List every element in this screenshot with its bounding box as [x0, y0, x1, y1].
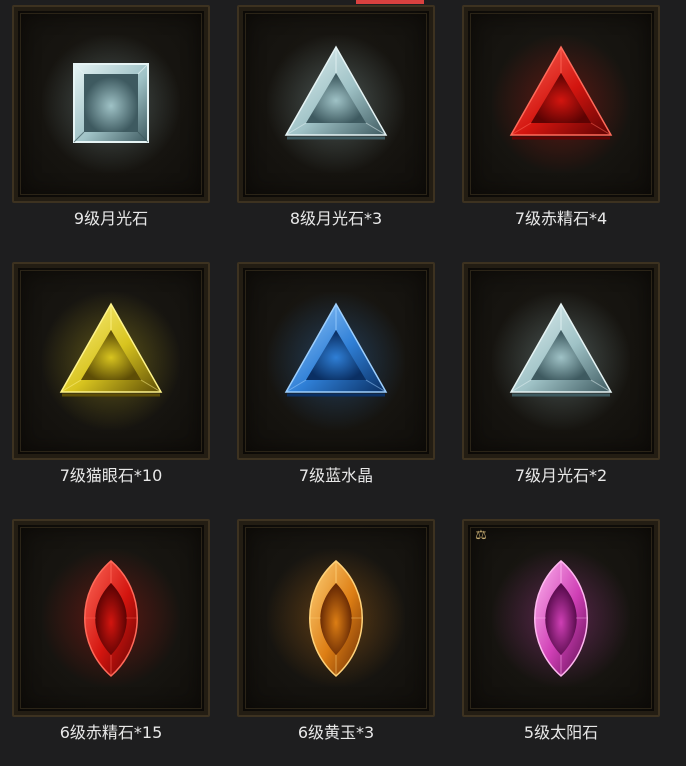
- triangle-blue-crystal-icon: [266, 291, 406, 431]
- gem-slot[interactable]: [462, 5, 660, 203]
- marquise-red-gem-icon: [41, 548, 181, 688]
- gem-slot[interactable]: [237, 5, 435, 203]
- gem-item-3[interactable]: 7级赤精石*4: [462, 5, 660, 245]
- gem-label: 6级赤精石*15: [59, 723, 163, 742]
- gem-item-1[interactable]: 9级月光石: [12, 5, 210, 245]
- gem-slot[interactable]: [12, 519, 210, 717]
- gem-label: 7级蓝水晶: [298, 466, 374, 485]
- gem-slot[interactable]: [462, 262, 660, 460]
- scales-icon: ⚖: [475, 528, 487, 543]
- gem-slot[interactable]: ⚖: [462, 519, 660, 717]
- gem-label: 7级赤精石*4: [514, 209, 608, 228]
- gem-item-2[interactable]: 8级月光石*3: [237, 5, 435, 245]
- triangle-moonstone-icon: [266, 34, 406, 174]
- gem-item-5[interactable]: 7级蓝水晶: [237, 262, 435, 502]
- gem-item-4[interactable]: 7级猫眼石*10: [12, 262, 210, 502]
- gem-item-8[interactable]: 6级黄玉*3: [237, 519, 435, 759]
- gem-label: 7级猫眼石*10: [59, 466, 163, 485]
- triangle-red-gem-icon: [491, 34, 631, 174]
- gem-slot[interactable]: [12, 262, 210, 460]
- gem-slot[interactable]: [12, 5, 210, 203]
- gem-label: 5级太阳石: [523, 723, 599, 742]
- gem-label: 6级黄玉*3: [297, 723, 375, 742]
- gem-label: 9级月光石: [73, 209, 149, 228]
- gem-slot[interactable]: [237, 262, 435, 460]
- marquise-topaz-icon: [266, 548, 406, 688]
- gem-item-7[interactable]: 6级赤精石*15: [12, 519, 210, 759]
- triangle-moonstone-icon: [491, 291, 631, 431]
- gem-label: 8级月光石*3: [289, 209, 383, 228]
- gem-label: 7级月光石*2: [514, 466, 608, 485]
- gem-item-9[interactable]: ⚖ 5级太阳石: [462, 519, 660, 759]
- gem-slot[interactable]: [237, 519, 435, 717]
- triangle-cats-eye-icon: [41, 291, 181, 431]
- square-moonstone-icon: [41, 34, 181, 174]
- gem-grid: 9级月光石 8级月光石*3 7级赤精石*4 7级猫眼石*10 7级蓝水晶 7级月…: [0, 0, 686, 766]
- gem-item-6[interactable]: 7级月光石*2: [462, 262, 660, 502]
- marquise-sunstone-icon: [491, 548, 631, 688]
